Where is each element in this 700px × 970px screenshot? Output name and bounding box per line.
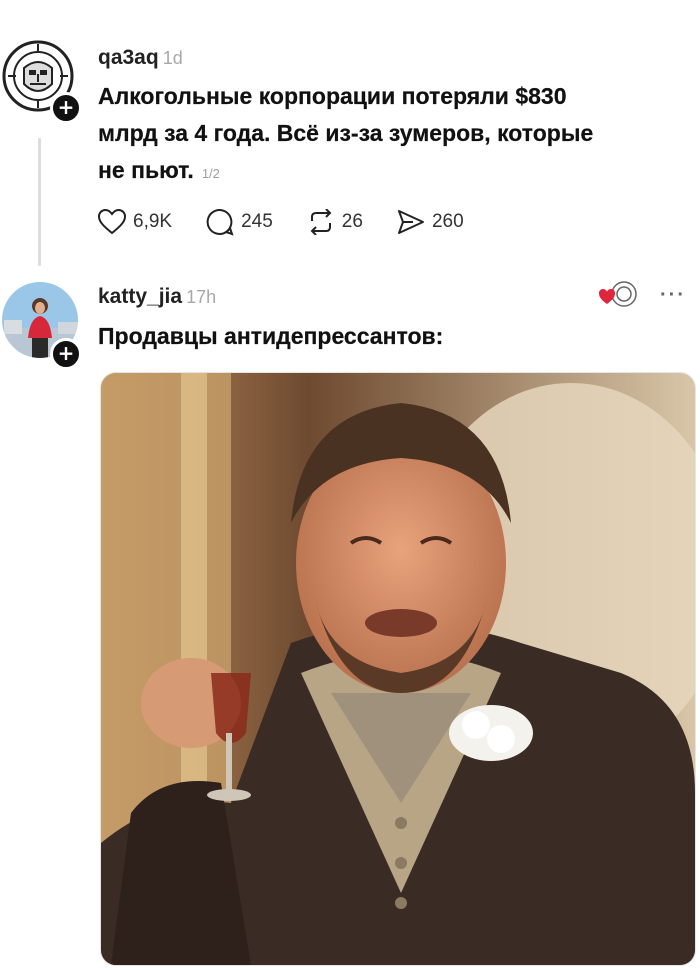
post1-actions: 6,9K 245 26 260: [98, 208, 498, 236]
repost-icon: [310, 209, 332, 235]
post2-username[interactable]: katty_jia 17h: [98, 285, 216, 309]
post2-corner: ···: [598, 280, 686, 310]
share-button[interactable]: 260: [397, 209, 464, 235]
post1-username[interactable]: qa3aq 1d: [98, 46, 183, 70]
share-count: 260: [431, 211, 464, 232]
follow-plus-icon[interactable]: +: [50, 338, 82, 370]
repost-button[interactable]: 26: [307, 209, 363, 235]
share-icon: [397, 210, 424, 234]
heart-icon: [98, 209, 126, 235]
post1-text: Алкогольные корпорации потеряли $830 млр…: [98, 83, 594, 183]
post2-image[interactable]: [100, 372, 696, 966]
page-indicator: 1/2: [201, 166, 220, 181]
post2-text: Продавцы антидепрессантов:: [98, 323, 444, 349]
post1-time: 1d: [162, 48, 183, 68]
comment-count: 245: [241, 211, 273, 232]
more-icon[interactable]: ···: [660, 284, 686, 307]
like-button[interactable]: 6,9K: [98, 209, 172, 235]
comment-icon: [206, 208, 234, 236]
follow-plus-icon[interactable]: +: [50, 92, 82, 124]
like-count: 6,9K: [133, 211, 173, 232]
thread-line: [38, 138, 41, 266]
post2-time: 17h: [186, 287, 217, 307]
heart-avatar-icon: [599, 281, 637, 307]
comment-button[interactable]: 245: [206, 208, 273, 236]
repost-count: 26: [341, 211, 363, 232]
